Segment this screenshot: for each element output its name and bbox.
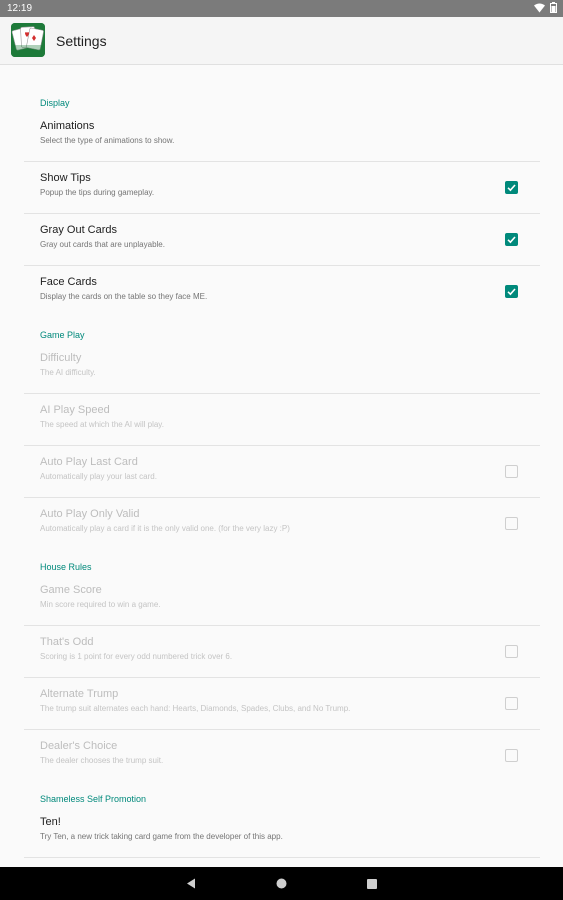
pref-ai-play-speed[interactable]: AI Play Speed The speed at which the AI … <box>0 394 563 446</box>
page-title: Settings <box>56 33 107 49</box>
pref-game-score[interactable]: Game Score Min score required to win a g… <box>0 574 563 626</box>
back-icon[interactable] <box>186 878 196 889</box>
pref-summary: The AI difficulty. <box>40 368 96 377</box>
pref-title: Show Tips <box>40 172 91 184</box>
pref-show-tips[interactable]: Show Tips Popup the tips during gameplay… <box>0 162 563 214</box>
auto-play-last-card-checkbox[interactable] <box>505 465 518 478</box>
pref-title: Face Cards <box>40 276 97 288</box>
pref-title: Gray Out Cards <box>40 224 118 236</box>
pref-summary: The trump suit alternates each hand: Hea… <box>40 704 351 713</box>
pref-summary: Automatically play your last card. <box>40 472 157 481</box>
pref-summary: Select the type of animations to show. <box>40 136 175 145</box>
divider <box>24 857 540 858</box>
home-icon[interactable] <box>276 878 287 889</box>
pref-title: Auto Play Last Card <box>40 456 138 468</box>
alternate-trump-checkbox[interactable] <box>505 697 518 710</box>
battery-icon <box>550 2 557 13</box>
pref-title: Alternate Trump <box>40 688 119 700</box>
checkmark-icon <box>507 236 516 244</box>
show-tips-checkbox[interactable] <box>505 181 518 194</box>
pref-summary: Gray out cards that are unplayable. <box>40 240 165 249</box>
pref-difficulty[interactable]: Difficulty The AI difficulty. <box>0 342 563 394</box>
pref-summary: Try Ten, a new trick taking card game fr… <box>40 832 283 841</box>
pref-title: Dealer's Choice <box>40 740 118 752</box>
category-display: Display <box>40 98 70 108</box>
category-self-promotion: Shameless Self Promotion <box>40 794 147 804</box>
pref-summary: Min score required to win a game. <box>40 600 161 609</box>
pref-title: Game Score <box>40 584 102 596</box>
pref-auto-play-only-valid[interactable]: Auto Play Only Valid Automatically play … <box>0 498 563 550</box>
status-bar: 12:19 <box>0 0 563 17</box>
app-bar: Settings <box>0 17 563 65</box>
checkmark-icon <box>507 288 516 296</box>
recents-icon[interactable] <box>367 879 377 889</box>
pref-alternate-trump[interactable]: Alternate Trump The trump suit alternate… <box>0 678 563 730</box>
pref-thats-odd[interactable]: That's Odd Scoring is 1 point for every … <box>0 626 563 678</box>
pref-title: Ten! <box>40 816 61 828</box>
category-house-rules: House Rules <box>40 562 92 572</box>
pref-title: Difficulty <box>40 352 82 364</box>
app-logo-icon <box>11 23 45 57</box>
pref-title: Animations <box>40 120 95 132</box>
auto-play-only-valid-checkbox[interactable] <box>505 517 518 530</box>
pref-summary: The speed at which the AI will play. <box>40 420 164 429</box>
pref-summary: Popup the tips during gameplay. <box>40 188 155 197</box>
pref-title: AI Play Speed <box>40 404 110 416</box>
pref-summary: The dealer chooses the trump suit. <box>40 756 164 765</box>
checkmark-icon <box>507 184 516 192</box>
face-cards-checkbox[interactable] <box>505 285 518 298</box>
dealers-choice-checkbox[interactable] <box>505 749 518 762</box>
pref-summary: Automatically play a card if it is the o… <box>40 524 290 533</box>
pref-gray-out-cards[interactable]: Gray Out Cards Gray out cards that are u… <box>0 214 563 266</box>
navigation-bar <box>0 867 563 900</box>
pref-summary: Scoring is 1 point for every odd numbere… <box>40 652 233 661</box>
status-icons <box>534 2 557 13</box>
pref-title: Auto Play Only Valid <box>40 508 140 520</box>
pref-dealers-choice[interactable]: Dealer's Choice The dealer chooses the t… <box>0 730 563 782</box>
pref-auto-play-last-card[interactable]: Auto Play Last Card Automatically play y… <box>0 446 563 498</box>
gray-out-cards-checkbox[interactable] <box>505 233 518 246</box>
category-game-play: Game Play <box>40 330 85 340</box>
pref-title: That's Odd <box>40 636 94 648</box>
thats-odd-checkbox[interactable] <box>505 645 518 658</box>
pref-face-cards[interactable]: Face Cards Display the cards on the tabl… <box>0 266 563 318</box>
pref-animations[interactable]: Animations Select the type of animations… <box>0 110 563 162</box>
settings-list[interactable]: Display Animations Select the type of an… <box>0 64 563 867</box>
status-time: 12:19 <box>7 3 33 14</box>
pref-ten-promo[interactable]: Ten! Try Ten, a new trick taking card ga… <box>0 806 563 858</box>
pref-summary: Display the cards on the table so they f… <box>40 292 208 301</box>
wifi-icon <box>534 3 545 12</box>
